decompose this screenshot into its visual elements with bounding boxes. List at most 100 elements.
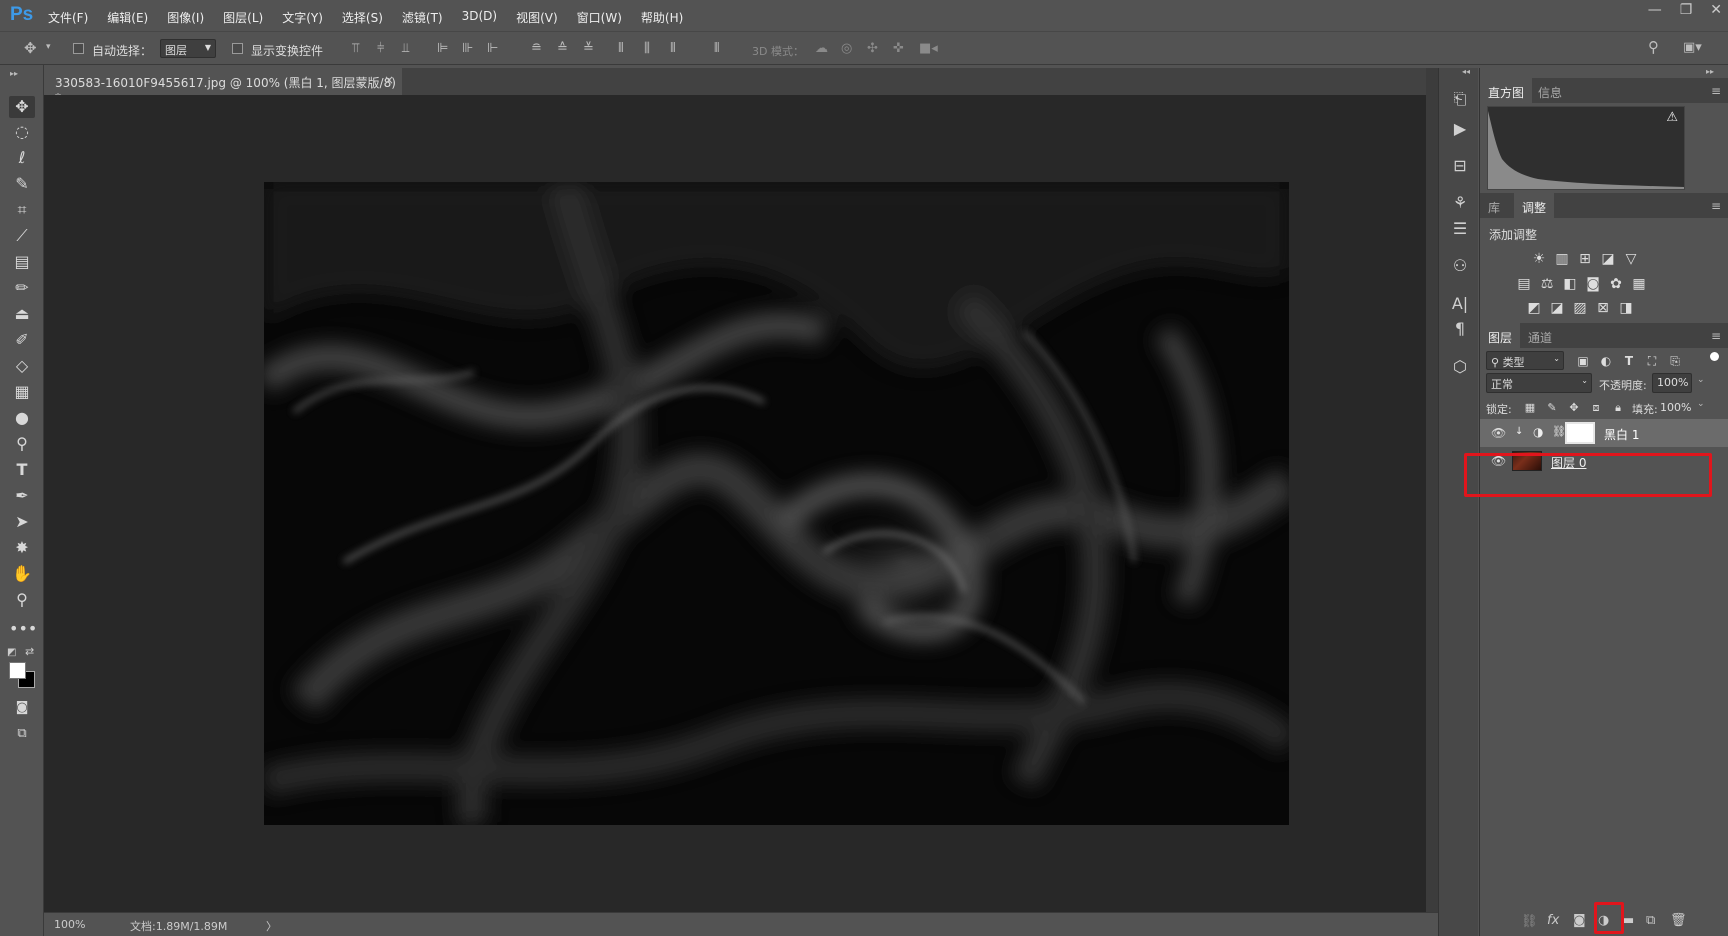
layer-row-bw1[interactable]: 👁︎ ↓ ◑ ⛓ 黑白 1 [1480,419,1728,447]
filter-pixel-icon[interactable]: ▣ [1575,353,1591,369]
tab-channels[interactable]: 通道 [1520,323,1560,348]
collapse-toolbox-icon[interactable]: ▸▸ [10,69,18,78]
eraser-tool-icon[interactable]: ◇ [9,355,35,377]
character-panel-icon[interactable]: A| [1449,293,1471,315]
actions-panel-icon[interactable]: ▶ [1449,118,1471,140]
close-window-button[interactable]: ✕ [1710,2,1722,18]
opacity-input[interactable]: 100% [1652,373,1692,393]
hand-tool-icon[interactable]: ✋ [9,563,35,585]
more-tools-icon[interactable]: ••• [9,618,37,640]
distribute-bottom-icon[interactable]: ≚ [583,42,594,55]
link-layers-icon[interactable]: ⛓ [1521,914,1538,929]
clone-source-panel-icon[interactable]: ⚇ [1449,255,1471,277]
document-tab[interactable]: 330583-16010F9455617.jpg @ 100% (黑白 1, 图… [44,68,402,105]
fill-chevron-icon[interactable]: ⌄ [1697,399,1705,409]
visibility-eye-icon[interactable]: 👁︎ [1491,426,1506,440]
auto-align-icon[interactable]: ⫴ [714,42,719,55]
brush-settings-panel-icon[interactable]: ☰ [1449,218,1471,240]
tab-histogram[interactable]: 直方图 [1480,78,1533,103]
lock-artboard-icon[interactable]: ⧈ [1588,400,1604,416]
status-menu-arrow[interactable]: 〉 [266,918,277,934]
menu-edit[interactable]: 编辑(E) [107,9,148,26]
auto-select-target-dropdown[interactable]: 图层 ▼ [160,39,216,58]
menu-image[interactable]: 图像(I) [167,9,204,26]
eyedropper-tool-icon[interactable]: ⟋ [9,225,35,247]
healing-brush-tool-icon[interactable]: ▤ [9,251,35,273]
align-left-icon[interactable]: ⊫ [437,42,448,55]
3d-orbit-icon[interactable]: ☁ [815,42,828,55]
default-colors-icon[interactable]: ◩ [7,647,16,658]
menu-window[interactable]: 窗口(W) [577,9,622,26]
lock-transparent-icon[interactable]: ▦ [1522,400,1538,416]
dodge-tool-icon[interactable]: ⚲ [9,433,35,455]
delete-layer-icon[interactable]: 🗑︎ [1670,913,1687,928]
history-brush-tool-icon[interactable]: ✐ [9,329,35,351]
vibrance-icon[interactable]: ▽ [1623,251,1639,267]
mask-link-icon[interactable]: ⛓ [1552,425,1566,438]
shape-tool-icon[interactable]: ✸ [9,537,35,559]
blend-mode-dropdown[interactable]: 正常 ⌄ [1486,373,1592,393]
layer-mask-thumbnail[interactable] [1565,422,1595,444]
menu-file[interactable]: 文件(F) [48,9,88,26]
properties-panel-icon[interactable]: ⊟ [1449,155,1471,177]
filter-toggle[interactable] [1710,352,1719,361]
3d-roll-icon[interactable]: ◎ [841,42,852,55]
panel-menu-icon[interactable]: ≡ [1711,84,1721,98]
lasso-tool-icon[interactable]: ℓ [9,147,35,169]
selective-color-icon[interactable]: ⊠ [1595,300,1611,316]
quick-selection-tool-icon[interactable]: ✎ [9,173,35,195]
photo-filter-icon[interactable]: ◙ [1585,276,1601,292]
zoom-level[interactable]: 100% [54,918,85,931]
color-lookup-icon[interactable]: ▦ [1631,276,1647,292]
expand-panels-icon[interactable]: ◂◂ [1462,67,1470,76]
menu-layer[interactable]: 图层(L) [223,9,263,26]
menu-select[interactable]: 选择(S) [342,9,383,26]
filter-shape-icon[interactable]: ⛶ [1644,353,1660,369]
distribute-hcenter-icon[interactable]: ⫼ [644,42,650,55]
move-tool-icon[interactable]: ✥ [9,96,35,118]
align-vcenter-icon[interactable]: ⫩ [377,42,384,55]
gradient-map-icon[interactable]: ◨ [1618,300,1634,316]
filter-adjustment-icon[interactable]: ◐ [1598,353,1614,369]
menu-help[interactable]: 帮助(H) [641,9,683,26]
tab-libraries[interactable]: 库 [1480,193,1508,218]
align-right-icon[interactable]: ⊩ [487,42,498,55]
minimize-button[interactable]: — [1648,2,1662,18]
zoom-tool-icon[interactable]: ⚲ [9,589,35,611]
new-layer-icon[interactable]: ⧉ [1646,913,1655,928]
tab-adjustments[interactable]: 调整 [1514,193,1555,218]
posterize-icon[interactable]: ◪ [1549,300,1565,316]
gradient-tool-icon[interactable]: ▦ [9,381,35,403]
fill-value[interactable]: 100% [1660,401,1691,414]
show-transform-checkbox[interactable] [232,43,243,54]
document-image[interactable] [264,182,1289,825]
align-bottom-icon[interactable]: ⫫ [402,42,409,55]
search-icon[interactable]: ⚲ [1648,40,1659,55]
filter-type-icon[interactable]: T [1621,353,1637,369]
filter-smart-object-icon[interactable]: ⎘ [1667,353,1683,369]
black-white-icon[interactable]: ◧ [1562,276,1578,292]
quick-mask-icon[interactable]: ◙ [9,697,35,719]
path-selection-tool-icon[interactable]: ➤ [9,511,35,533]
align-top-icon[interactable]: ⫪ [352,42,359,55]
3d-scale-icon[interactable]: ■◂ [919,42,938,55]
menu-3d[interactable]: 3D(D) [462,9,497,26]
layer-style-fx-icon[interactable]: fx [1547,913,1559,928]
screen-mode-icon[interactable]: ⧉ [9,723,35,745]
lock-pixels-icon[interactable]: ✎ [1544,400,1560,416]
layer-name[interactable]: 黑白 1 [1604,426,1639,443]
swap-colors-icon[interactable]: ⇄ [25,645,34,658]
crop-tool-icon[interactable]: ⌗ [9,199,35,221]
close-tab-icon[interactable]: × [384,73,394,87]
type-tool-icon[interactable]: T [9,459,35,481]
add-mask-icon[interactable]: ◙ [1573,913,1586,928]
menu-view[interactable]: 视图(V) [516,9,558,26]
warning-icon[interactable]: ⚠ [1666,110,1678,125]
brush-tool-icon[interactable]: ✏ [9,277,35,299]
curves-icon[interactable]: ⊞ [1577,251,1593,267]
auto-select-checkbox[interactable] [73,43,84,54]
brushes-panel-icon[interactable]: ⚘ [1449,192,1471,214]
foreground-color-swatch[interactable] [9,662,26,679]
3d-pan-icon[interactable]: ✣ [867,42,878,55]
marquee-tool-icon[interactable]: ◌ [9,121,35,143]
